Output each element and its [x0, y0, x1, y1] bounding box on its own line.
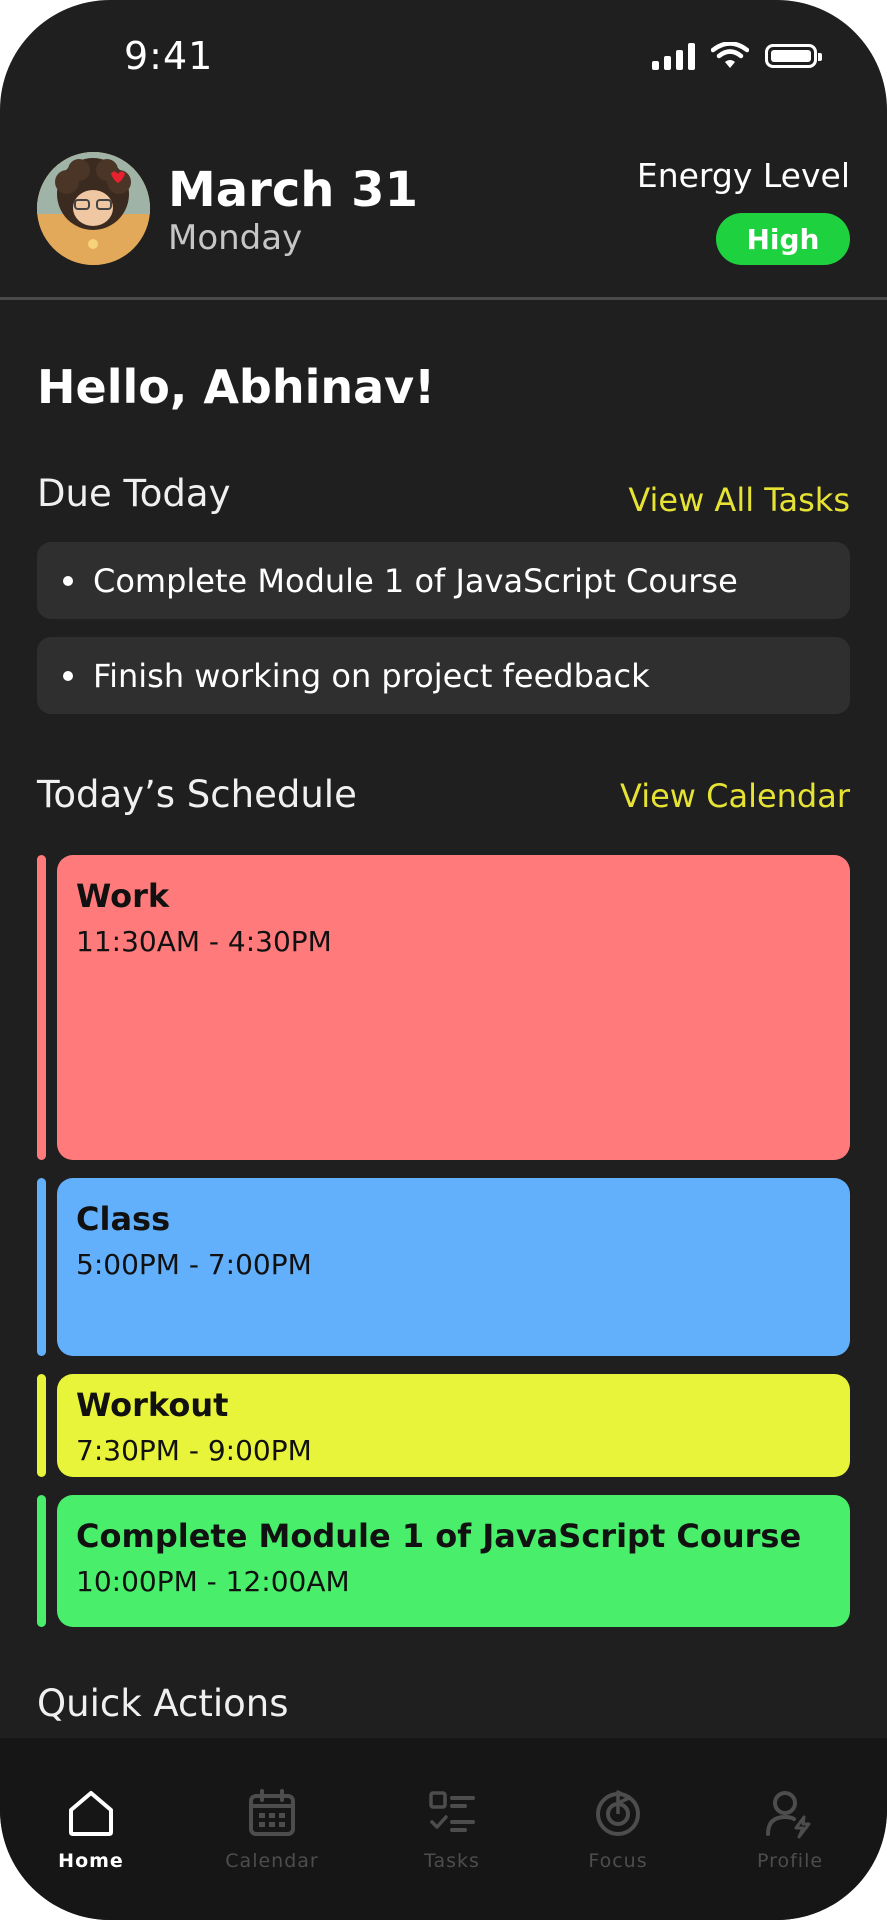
due-task-item[interactable]: Complete Module 1 of JavaScript Course	[37, 542, 850, 619]
schedule-event-javascript-course[interactable]: Complete Module 1 of JavaScript Course 1…	[57, 1495, 850, 1627]
due-task-label: Finish working on project feedback	[93, 656, 650, 695]
event-title: Workout	[76, 1386, 229, 1424]
tab-label: Home	[58, 1850, 124, 1872]
status-time: 9:41	[124, 34, 214, 78]
event-title: Class	[76, 1200, 171, 1238]
schedule-event-work[interactable]: Work 11:30AM - 4:30PM	[57, 855, 850, 1160]
home-icon	[69, 1791, 113, 1836]
tab-label: Focus	[588, 1850, 648, 1872]
quick-actions-title: Quick Actions	[37, 1682, 289, 1725]
schedule-title: Today’s Schedule	[37, 773, 357, 816]
cellular-signal-icon	[652, 42, 695, 70]
battery-icon	[765, 44, 822, 68]
wifi-icon	[711, 42, 749, 68]
tab-home[interactable]: Home	[21, 1786, 161, 1872]
due-task-label: Complete Module 1 of JavaScript Course	[93, 561, 738, 600]
tab-tasks[interactable]: Tasks	[382, 1786, 522, 1872]
energy-level-badge[interactable]: High	[716, 213, 850, 265]
tab-label: Profile	[756, 1850, 824, 1872]
event-time: 5:00PM - 7:00PM	[76, 1248, 312, 1281]
due-today-title: Due Today	[37, 472, 231, 515]
app-screen: 9:41 March 31 Monday Energy Level High H…	[0, 0, 887, 1920]
tasks-icon	[429, 1791, 475, 1832]
event-color-bar	[37, 1178, 46, 1356]
event-color-bar	[37, 1495, 46, 1627]
event-time: 7:30PM - 9:00PM	[76, 1434, 312, 1467]
bullet-icon	[63, 670, 73, 681]
schedule-event-class[interactable]: Class 5:00PM - 7:00PM	[57, 1178, 850, 1356]
tab-label: Tasks	[424, 1850, 480, 1872]
date-title: March 31	[168, 162, 418, 218]
due-task-item[interactable]: Finish working on project feedback	[37, 637, 850, 714]
bullet-icon	[63, 575, 73, 586]
status-icons	[652, 42, 822, 70]
tab-label: Calendar	[225, 1850, 319, 1872]
event-title: Work	[76, 877, 170, 915]
calendar-icon	[249, 1789, 295, 1836]
event-time: 10:00PM - 12:00AM	[76, 1565, 350, 1598]
event-color-bar	[37, 1374, 46, 1477]
schedule-event-workout[interactable]: Workout 7:30PM - 9:00PM	[57, 1374, 850, 1477]
weekday-label: Monday	[168, 218, 303, 258]
event-time: 11:30AM - 4:30PM	[76, 925, 332, 958]
tab-calendar[interactable]: Calendar	[202, 1786, 342, 1872]
bottom-tab-bar: Home Calendar Tasks Focus Profile	[0, 1738, 887, 1920]
profile-icon	[766, 1791, 811, 1839]
event-title: Complete Module 1 of JavaScript Course	[76, 1517, 802, 1555]
header-divider	[0, 297, 887, 300]
greeting: Hello, Abhinav!	[37, 360, 436, 414]
focus-icon	[596, 1790, 640, 1836]
view-calendar-link[interactable]: View Calendar	[620, 777, 850, 815]
event-color-bar	[37, 855, 46, 1160]
avatar[interactable]	[37, 152, 150, 265]
energy-level-label: Energy Level	[636, 156, 850, 195]
tab-profile[interactable]: Profile	[720, 1786, 860, 1872]
view-all-tasks-link[interactable]: View All Tasks	[628, 481, 850, 519]
tab-focus[interactable]: Focus	[548, 1786, 688, 1872]
